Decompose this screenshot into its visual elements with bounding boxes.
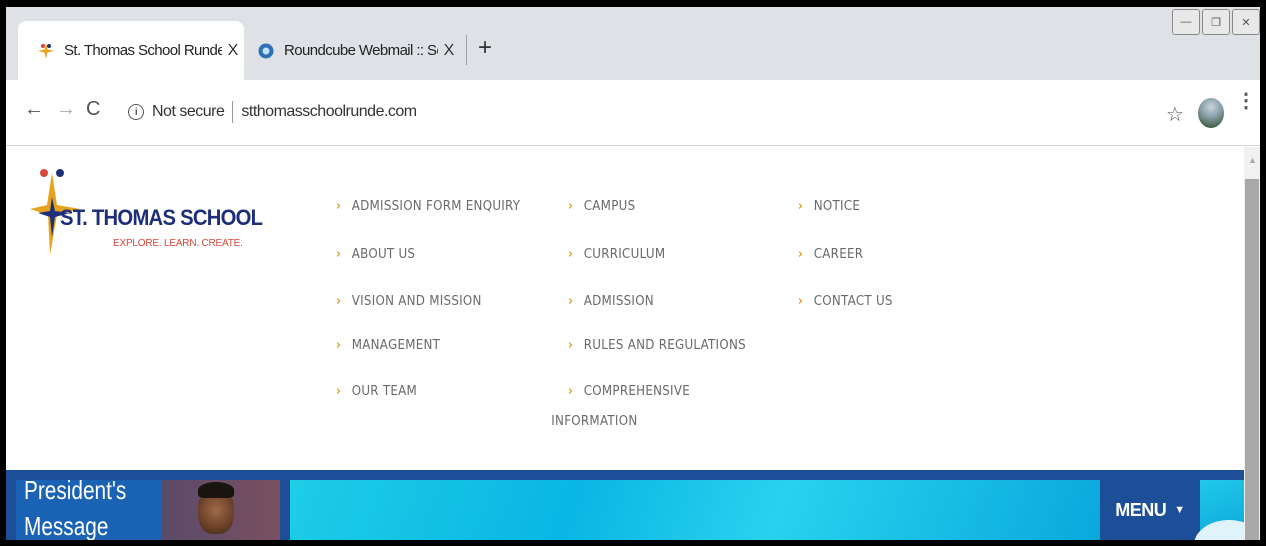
nav-link-contact-us[interactable]: › CONTACT US — [798, 293, 893, 309]
nav-link-label: CAMPUS — [583, 198, 636, 214]
nav-link-label: ADMISSION — [583, 293, 654, 309]
presidents-message-heading: President's Message — [24, 480, 126, 540]
scroll-up-icon[interactable]: ▲ — [1248, 155, 1257, 165]
browser-menu-icon[interactable]: ⋮ — [1236, 91, 1256, 111]
nav-link-admission[interactable]: › ADMISSION — [568, 293, 654, 309]
chevron-right-icon: › — [336, 246, 342, 262]
nav-link-label-line2: INFORMATION — [551, 413, 638, 429]
chevron-right-icon: › — [798, 198, 804, 214]
menu-button[interactable]: MENU ▼ — [1100, 480, 1200, 540]
close-tab-icon[interactable]: X — [438, 42, 460, 60]
new-tab-button[interactable]: + — [474, 35, 496, 63]
nav-link-label: OUR TEAM — [351, 383, 418, 399]
nav-link-label: CONTACT US — [813, 293, 893, 309]
back-arrow-icon[interactable]: ← — [24, 98, 44, 121]
nav-link-our-team[interactable]: › OUR TEAM — [336, 383, 417, 399]
presidents-line1: President's — [24, 480, 127, 505]
nav-link-comprehensive-information[interactable]: › COMPREHENSIVE INFORMATION — [551, 383, 690, 429]
nav-link-label: ADMISSION FORM ENQUIRY — [351, 198, 521, 214]
nav-link-label: NOTICE — [813, 198, 861, 214]
portrait-hair — [198, 482, 234, 498]
nav-link-label: CURRICULUM — [583, 246, 666, 262]
chevron-right-icon: › — [568, 293, 574, 309]
chevron-right-icon: › — [336, 383, 342, 399]
tab-title: St. Thomas School Runde CBSE S — [64, 42, 222, 59]
info-icon[interactable]: i — [128, 104, 144, 120]
nav-link-campus[interactable]: › CAMPUS — [568, 198, 635, 214]
address-toolbar: ← → C i Not secure stthomasschoolrunde.c… — [6, 80, 1260, 146]
security-label: Not secure — [152, 103, 225, 120]
tab-strip: St. Thomas School Runde CBSE S X Roundcu… — [6, 7, 1260, 80]
nav-link-rules-and-regulations[interactable]: › RULES AND REGULATIONS — [568, 337, 746, 353]
logo-tagline: EXPLORE. LEARN. CREATE. — [113, 238, 243, 249]
roundcube-favicon-icon — [256, 41, 276, 61]
tab-divider — [466, 35, 467, 65]
banner-image-right — [1194, 480, 1244, 540]
browser-window: St. Thomas School Runde CBSE S X Roundcu… — [6, 7, 1260, 540]
chevron-right-icon: › — [336, 293, 342, 309]
nav-link-admission-form-enquiry[interactable]: › ADMISSION FORM ENQUIRY — [336, 198, 520, 214]
school-logo[interactable]: ST. THOMAS SCHOOL EXPLORE. LEARN. CREATE… — [30, 167, 263, 257]
presidents-message-box[interactable]: President's Message — [16, 480, 162, 540]
minimize-button[interactable]: — — [1172, 9, 1200, 35]
chevron-right-icon: › — [568, 337, 574, 353]
bookmark-star-icon[interactable]: ☆ — [1166, 102, 1184, 127]
profile-avatar[interactable] — [1198, 98, 1224, 128]
nav-link-label: MANAGEMENT — [351, 337, 441, 353]
nav-link-label: RULES AND REGULATIONS — [583, 337, 746, 353]
tab-title: Roundcube Webmail :: Sent — [284, 42, 438, 59]
nav-link-vision-and-mission[interactable]: › VISION AND MISSION — [336, 293, 482, 309]
president-photo — [162, 480, 280, 540]
forward-arrow-icon[interactable]: → — [56, 98, 76, 121]
window-controls: — ❐ ✕ — [1170, 9, 1260, 35]
chevron-right-icon: › — [568, 246, 574, 262]
restore-button[interactable]: ❐ — [1202, 9, 1230, 35]
chevron-right-icon: › — [568, 383, 574, 399]
chevron-right-icon: › — [798, 246, 804, 262]
chevron-right-icon: › — [798, 293, 804, 309]
logo-name: ST. THOMAS SCHOOL — [60, 205, 263, 230]
tab-st-thomas[interactable]: St. Thomas School Runde CBSE S X — [18, 21, 244, 80]
scrollbar-thumb[interactable] — [1245, 179, 1259, 540]
nav-link-label: COMPREHENSIVE — [583, 383, 690, 399]
chevron-right-icon: › — [336, 198, 342, 214]
chevron-right-icon: › — [568, 198, 574, 214]
menu-label: MENU — [1115, 499, 1167, 520]
web-page: ST. THOMAS SCHOOL EXPLORE. LEARN. CREATE… — [6, 147, 1244, 540]
reload-icon[interactable]: C — [86, 98, 100, 121]
nav-link-career[interactable]: › CAREER — [798, 246, 863, 262]
presidents-line2: Message — [24, 511, 109, 540]
hero-banner: President's Message MENU ▼ — [6, 470, 1244, 540]
url-text[interactable]: stthomasschoolrunde.com — [241, 103, 417, 121]
chevron-right-icon: › — [336, 337, 342, 353]
nav-link-curriculum[interactable]: › CURRICULUM — [568, 246, 665, 262]
close-window-button[interactable]: ✕ — [1232, 9, 1260, 35]
vertical-scrollbar[interactable]: ▲ — [1244, 147, 1260, 540]
tab-roundcube[interactable]: Roundcube Webmail :: Sent X — [248, 21, 466, 80]
caret-down-icon: ▼ — [1174, 504, 1185, 516]
nav-link-label: CAREER — [813, 246, 864, 262]
nav-link-management[interactable]: › MANAGEMENT — [336, 337, 440, 353]
address-bar[interactable]: i Not secure stthomasschoolrunde.com — [114, 94, 1190, 130]
close-tab-icon[interactable]: X — [222, 42, 244, 60]
banner-curve — [1194, 520, 1244, 540]
school-favicon-icon — [36, 41, 56, 61]
banner-image — [290, 480, 1100, 540]
nav-link-label: VISION AND MISSION — [351, 293, 482, 309]
nav-link-label: ABOUT US — [351, 246, 416, 262]
nav-link-notice[interactable]: › NOTICE — [798, 198, 860, 214]
nav-link-about-us[interactable]: › ABOUT US — [336, 246, 415, 262]
omnibox-divider — [232, 101, 234, 123]
